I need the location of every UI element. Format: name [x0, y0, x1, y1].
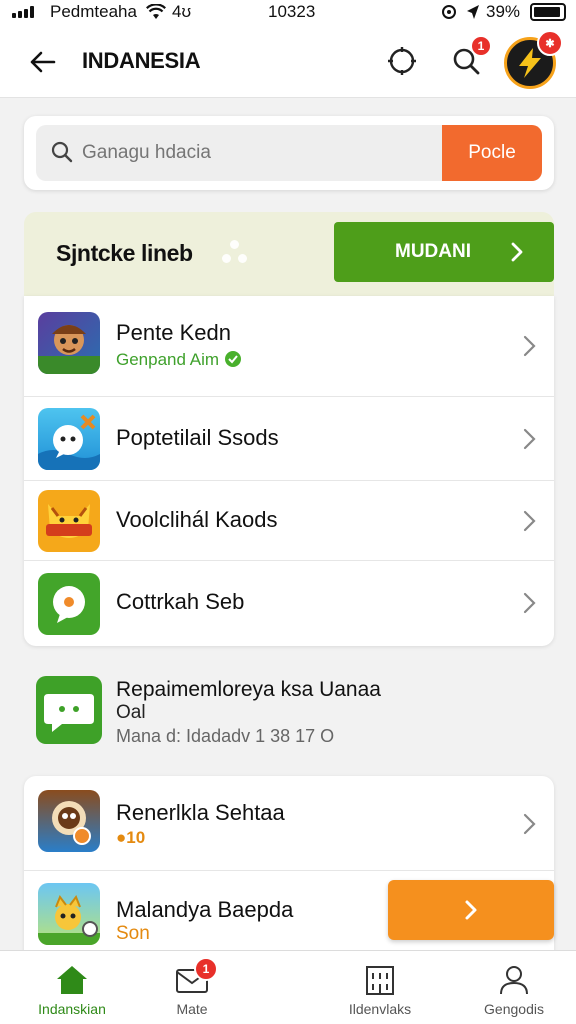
message-item[interactable]: Repaimemloreya ksa Uanaa Oal Mana d: Ida… [24, 660, 554, 760]
battery-icon [530, 3, 566, 21]
list-item[interactable]: Pente Kedn Genpand Aim [24, 296, 554, 396]
app-bar: INDANESIA 1 ✱ [0, 24, 576, 98]
green-chat-icon [38, 573, 100, 635]
signal-extra: 4ʊ [172, 2, 192, 21]
search-submit-button[interactable]: Pocle [442, 125, 542, 181]
promo-button-label: MUDANI [395, 241, 471, 262]
list-item[interactable]: Cottrkah Seb [24, 560, 554, 646]
chevron-right-icon [465, 900, 477, 920]
list-item-title: Poptetilail Ssods [116, 425, 279, 450]
list-item-subtitle: Genpand Aim [116, 350, 242, 370]
back-button[interactable] [22, 42, 62, 82]
search-button[interactable]: 1 [444, 35, 492, 83]
location-target-button[interactable] [380, 39, 424, 83]
search-icon [51, 141, 73, 163]
list-item-title: Voolclihál Kaods [116, 507, 278, 532]
nav-badge: 1 [194, 957, 218, 981]
fox-game-icon [38, 490, 100, 552]
profile-icon [500, 966, 528, 995]
nav-buildings[interactable]: Ildenvlaks [308, 951, 452, 1024]
carrier-name: Pedmteaha [50, 2, 137, 21]
list-item-title: Malandya Baepda [116, 897, 294, 922]
signal-icon [12, 6, 40, 18]
list-item-title: Renerlkla Sehtaa [116, 800, 285, 825]
app-list-secondary: Renerlkla Sehtaa ●10 Malandya Baepda Son [24, 776, 554, 956]
list-item[interactable]: Poptetilail Ssods [24, 396, 554, 480]
wifi-icon [146, 4, 166, 19]
decorative-dots-icon [220, 238, 250, 268]
crosshair-icon [388, 47, 416, 75]
promo-title: Sjntcke lineb [56, 240, 193, 266]
navigation-arrow-icon [467, 5, 479, 19]
bottom-navigation: Indanskian 1 Mate Ildenvlaks Gengodis [0, 950, 576, 1024]
chevron-right-icon [511, 242, 523, 262]
chevron-right-icon [523, 428, 536, 450]
home-icon [57, 966, 87, 994]
adventure-game-icon [38, 312, 100, 374]
nav-label: Ildenvlaks [348, 1001, 412, 1017]
chevron-right-icon [523, 592, 536, 614]
promo-banner: Sjntcke lineb MUDANI [24, 212, 554, 296]
message-meta: Mana d: Idadadv 1 38 17 O [116, 726, 335, 746]
chevron-right-icon [523, 813, 536, 835]
search-field[interactable] [36, 125, 442, 181]
list-item-title: Pente Kedn [116, 320, 231, 345]
list-item[interactable]: Voolclihál Kaods [24, 480, 554, 560]
back-arrow-icon [30, 51, 56, 73]
page-title: INDANESIA [82, 48, 201, 73]
search-input[interactable] [82, 135, 432, 171]
avatar-alert-icon: ✱ [537, 30, 563, 56]
coin-count: ●10 [116, 828, 146, 847]
avatar[interactable]: ✱ [504, 30, 563, 89]
chevron-right-icon [523, 335, 536, 357]
list-item-title: Cottrkah Seb [116, 589, 245, 614]
status-bar: Pedmteaha 4ʊ 10323 39% [0, 0, 576, 24]
nav-label: Gengodis [484, 1001, 544, 1017]
app-list: Pente Kedn Genpand Aim Poptetilail Ssods [24, 296, 554, 646]
nav-label: Mate [176, 1001, 208, 1017]
list-item-subtitle: Son [116, 923, 150, 944]
owl-game-icon [38, 790, 100, 852]
cartoon-game-icon [38, 883, 100, 945]
promo-action-button[interactable]: MUDANI [334, 222, 554, 282]
building-icon [366, 966, 394, 995]
open-button[interactable] [388, 880, 554, 940]
location-icon [442, 5, 456, 19]
nav-mail[interactable]: 1 Mate [120, 951, 264, 1024]
chat-bubble-game-icon [38, 408, 100, 470]
list-item[interactable]: Renerlkla Sehtaa ●10 [24, 776, 554, 870]
message-title: Repaimemloreya ksa Uanaa [116, 678, 381, 701]
status-time: 10323 [268, 2, 316, 21]
notification-badge: 1 [470, 35, 492, 57]
chevron-right-icon [523, 510, 536, 532]
message-app-icon [36, 676, 102, 744]
message-subtitle: Oal [116, 702, 146, 723]
nav-profile[interactable]: Gengodis [442, 951, 576, 1024]
search-card: Pocle [24, 116, 554, 190]
verified-leaf-icon [224, 351, 241, 367]
battery-percent: 39% [486, 2, 521, 21]
